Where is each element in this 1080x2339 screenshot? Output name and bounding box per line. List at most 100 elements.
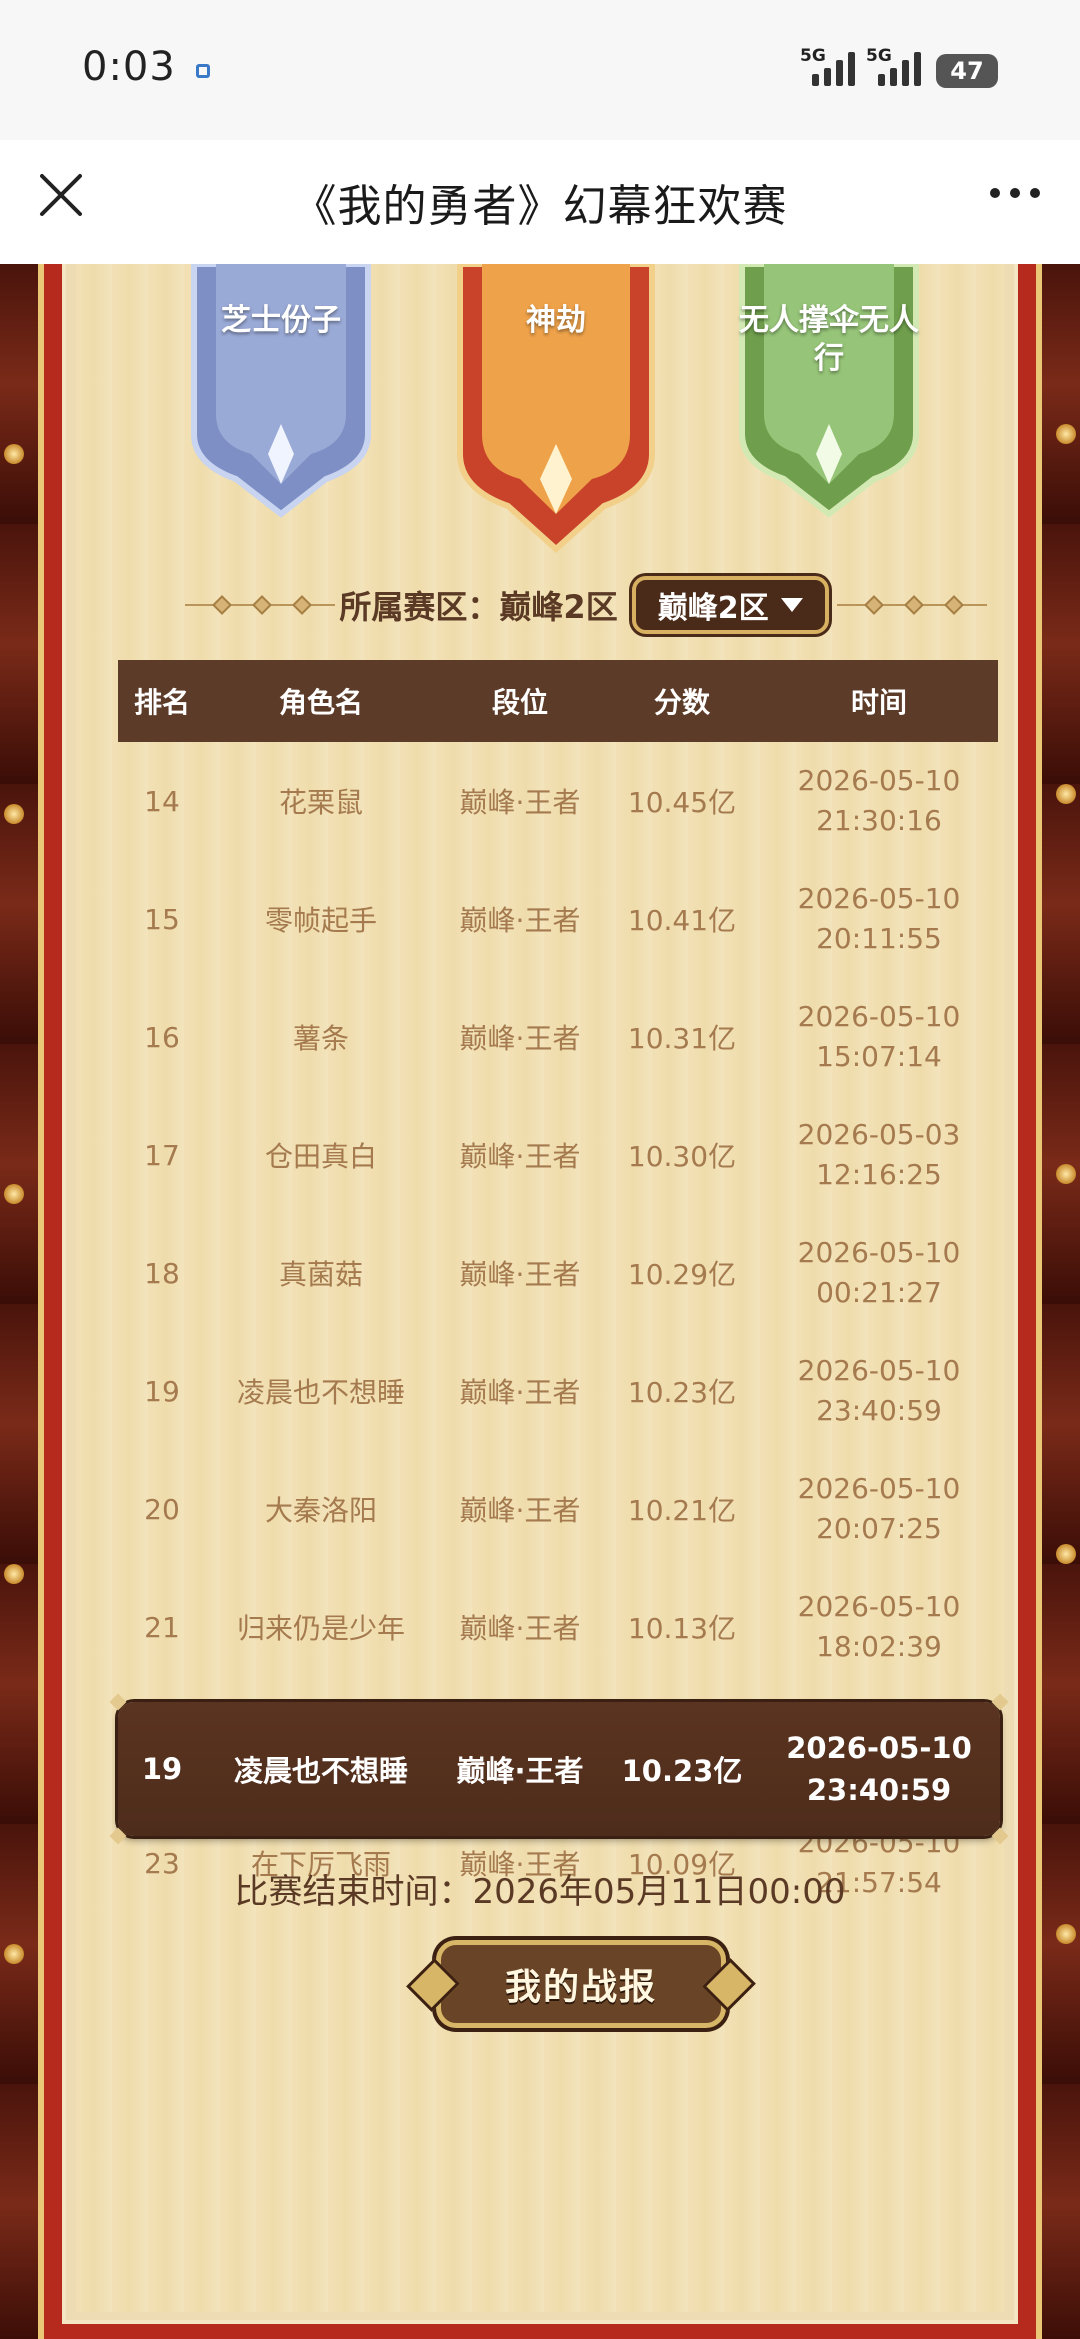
row-rank: 14 bbox=[144, 784, 180, 818]
ornament-right bbox=[836, 595, 987, 615]
page-title: 《我的勇者》幻幕狂欢赛 bbox=[292, 181, 788, 232]
row-name: 大秦洛阳 bbox=[264, 1494, 377, 1527]
status-time: 0:03 bbox=[82, 44, 176, 90]
row-time: 2026-05-10 18:02:39 bbox=[760, 1587, 998, 1667]
table-row: 14 花栗鼠 巅峰·王者 10.45亿 2026-05-10 21:30:16 bbox=[118, 742, 998, 860]
table-row: 20 大秦洛阳 巅峰·王者 10.21亿 2026-05-10 20:07:25 bbox=[118, 1450, 998, 1568]
row-rank: 19 bbox=[144, 1374, 180, 1408]
row-clock: 20:11:55 bbox=[816, 922, 942, 955]
my-name: 凌晨也不想睡 bbox=[233, 1754, 408, 1788]
row-clock: 00:21:27 bbox=[816, 1276, 942, 1309]
row-tier: 巅峰·王者 bbox=[459, 1612, 581, 1645]
banner-label: 芝士份子 bbox=[221, 303, 341, 338]
row-tier: 巅峰·王者 bbox=[459, 786, 581, 819]
banner-label: 神劫 bbox=[526, 303, 586, 338]
table-row: 18 真菌菇 巅峰·王者 10.29亿 2026-05-10 00:21:27 bbox=[118, 1214, 998, 1332]
header-time: 时间 bbox=[850, 686, 907, 719]
my-clock: 23:40:59 bbox=[806, 1773, 952, 1807]
row-name: 零帧起手 bbox=[264, 904, 377, 937]
banner-label: 无人撑伞无人行 bbox=[739, 303, 919, 376]
header-rank: 排名 bbox=[133, 686, 190, 719]
my-report-button[interactable]: 我的战报 bbox=[406, 1940, 756, 2028]
light-bulb bbox=[4, 1564, 24, 1584]
curtain-right bbox=[1040, 264, 1080, 2339]
row-clock: 23:40:59 bbox=[816, 1394, 942, 1427]
row-date: 2026-05-10 bbox=[797, 1590, 961, 1623]
my-date: 2026-05-10 bbox=[786, 1731, 972, 1765]
row-rank: 16 bbox=[144, 1020, 180, 1054]
region-selector[interactable]: 巅峰2区 bbox=[631, 576, 829, 634]
light-bulb bbox=[1056, 784, 1076, 804]
row-date: 2026-05-10 bbox=[797, 1236, 961, 1269]
table-row: 16 薯条 巅峰·王者 10.31亿 2026-05-10 15:07:14 bbox=[118, 978, 998, 1096]
row-name: 归来仍是少年 bbox=[236, 1612, 405, 1645]
battery-icon: 47 bbox=[936, 54, 998, 88]
row-time: 2026-05-10 23:40:59 bbox=[760, 1351, 998, 1431]
light-bulb bbox=[1056, 424, 1076, 444]
row-tier: 巅峰·王者 bbox=[459, 1140, 581, 1173]
row-rank: 21 bbox=[144, 1610, 180, 1644]
row-name: 仓田真白 bbox=[264, 1140, 377, 1173]
light-bulb bbox=[4, 1184, 24, 1204]
light-bulb bbox=[4, 804, 24, 824]
row-score: 10.21亿 bbox=[627, 1494, 737, 1527]
table-row: 17 仓田真白 巅峰·王者 10.30亿 2026-05-03 12:16:25 bbox=[118, 1096, 998, 1214]
row-date: 2026-05-03 bbox=[797, 1118, 961, 1151]
row-date: 2026-05-10 bbox=[797, 1354, 961, 1387]
my-time: 2026-05-10 23:40:59 bbox=[760, 1727, 998, 1811]
caret-down-icon bbox=[780, 598, 803, 612]
row-score: 10.31亿 bbox=[627, 1022, 737, 1055]
light-bulb bbox=[4, 1944, 24, 1964]
row-score: 10.23亿 bbox=[627, 1376, 737, 1409]
region-row: 所属赛区：巅峰2区 巅峰2区 bbox=[156, 570, 1016, 640]
nav-bar: 《我的勇者》幻幕狂欢赛 bbox=[0, 140, 1080, 264]
table-header: 排名 角色名 段位 分数 时间 bbox=[118, 660, 998, 742]
row-time: 2026-05-03 12:16:25 bbox=[760, 1115, 998, 1195]
row-date: 2026-05-10 bbox=[797, 882, 961, 915]
row-score: 10.13亿 bbox=[627, 1612, 737, 1645]
my-tier: 巅峰·王者 bbox=[456, 1754, 584, 1788]
banner-label-wrap: 无人撑伞无人行 bbox=[724, 264, 934, 524]
row-date: 2026-05-10 bbox=[797, 764, 961, 797]
row-name: 薯条 bbox=[292, 1022, 349, 1055]
light-bulb bbox=[1056, 1924, 1076, 1944]
row-clock: 21:30:16 bbox=[816, 804, 942, 837]
signal-icon: 5G bbox=[800, 46, 855, 86]
row-score: 10.29亿 bbox=[627, 1258, 737, 1291]
header-name: 角色名 bbox=[278, 686, 363, 719]
my-report-label: 我的战报 bbox=[504, 1967, 657, 2008]
row-tier: 巅峰·王者 bbox=[459, 1494, 581, 1527]
region-label: 所属赛区：巅峰2区 bbox=[339, 588, 618, 626]
table-row: 19 凌晨也不想睡 巅峰·王者 10.23亿 2026-05-10 23:40:59 bbox=[118, 1332, 998, 1450]
my-rank: 19 bbox=[141, 1752, 183, 1786]
more-icon[interactable] bbox=[990, 188, 1040, 198]
row-date: 2026-05-10 bbox=[797, 1472, 961, 1505]
row-time: 2026-05-10 20:11:55 bbox=[760, 879, 998, 959]
light-bulb bbox=[1056, 1544, 1076, 1564]
banner-label-wrap: 神劫 bbox=[451, 264, 661, 524]
row-date: 2026-05-10 bbox=[797, 1000, 961, 1033]
my-rank-row: 19 凌晨也不想睡 巅峰·王者 10.23亿 2026-05-10 23:40:… bbox=[109, 1693, 1009, 1845]
banner-label-wrap: 芝士份子 bbox=[176, 264, 386, 524]
row-clock: 20:07:25 bbox=[816, 1512, 942, 1545]
row-rank: 15 bbox=[144, 902, 180, 936]
ornament-right-icon bbox=[702, 1958, 756, 2012]
my-score: 10.23亿 bbox=[621, 1754, 743, 1788]
close-icon[interactable] bbox=[36, 170, 86, 220]
row-time: 2026-05-10 20:07:25 bbox=[760, 1469, 998, 1549]
table-row: 15 零帧起手 巅峰·王者 10.41亿 2026-05-10 20:11:55 bbox=[118, 860, 998, 978]
curtain-left bbox=[0, 264, 40, 2339]
row-tier: 巅峰·王者 bbox=[459, 904, 581, 937]
row-rank: 18 bbox=[144, 1256, 180, 1290]
notification-icon bbox=[196, 64, 210, 78]
light-bulb bbox=[4, 444, 24, 464]
frame-inner: 芝士份子 神劫 无人撑伞无人行 所属赛区：巅峰2区 巅峰2区 排名 角色名 段位… bbox=[62, 264, 1018, 2324]
row-rank: 17 bbox=[144, 1138, 180, 1172]
ornament-left-icon bbox=[406, 1958, 460, 2012]
row-time: 2026-05-10 00:21:27 bbox=[760, 1233, 998, 1313]
light-bulb bbox=[1056, 1164, 1076, 1184]
row-name: 花栗鼠 bbox=[278, 786, 363, 819]
row-clock: 12:16:25 bbox=[816, 1158, 942, 1191]
header-tier: 段位 bbox=[491, 686, 548, 719]
row-tier: 巅峰·王者 bbox=[459, 1022, 581, 1055]
